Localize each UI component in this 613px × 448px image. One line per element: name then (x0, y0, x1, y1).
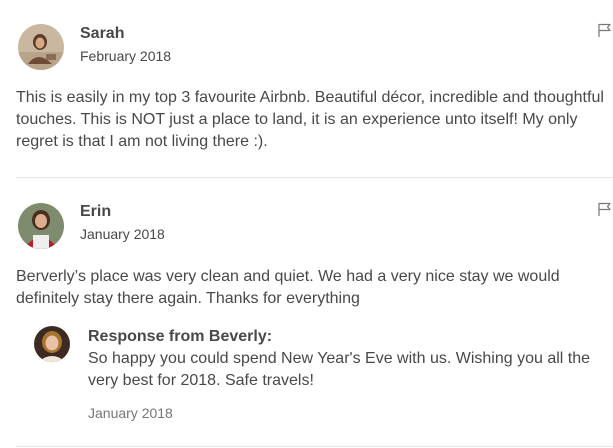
flag-icon[interactable] (597, 22, 613, 38)
flag-icon[interactable] (597, 201, 613, 217)
reviewer-avatar[interactable] (18, 203, 64, 249)
review-header: Erin January 2018 (80, 202, 165, 243)
reviewer-name[interactable]: Erin (80, 202, 165, 222)
review-text: Berverly’s place was very clean and quie… (16, 268, 560, 307)
review-date: January 2018 (80, 226, 165, 242)
reviewer-name[interactable]: Sarah (80, 24, 171, 44)
response-title: Response from Beverly: (88, 328, 273, 345)
review-header: Sarah February 2018 (80, 24, 171, 65)
avatar-photo (18, 24, 64, 70)
host-avatar[interactable] (34, 326, 70, 362)
reviewer-avatar[interactable] (18, 24, 64, 70)
review-date: February 2018 (80, 48, 172, 64)
avatar-photo (34, 326, 70, 362)
review-divider (16, 446, 613, 447)
review-text: This is easily in my top 3 favourite Air… (16, 89, 604, 150)
response-text: So happy you could spend New Year's Eve … (88, 350, 591, 389)
response-date: January 2018 (88, 405, 173, 421)
avatar-photo (18, 203, 64, 249)
review-divider (16, 177, 613, 178)
